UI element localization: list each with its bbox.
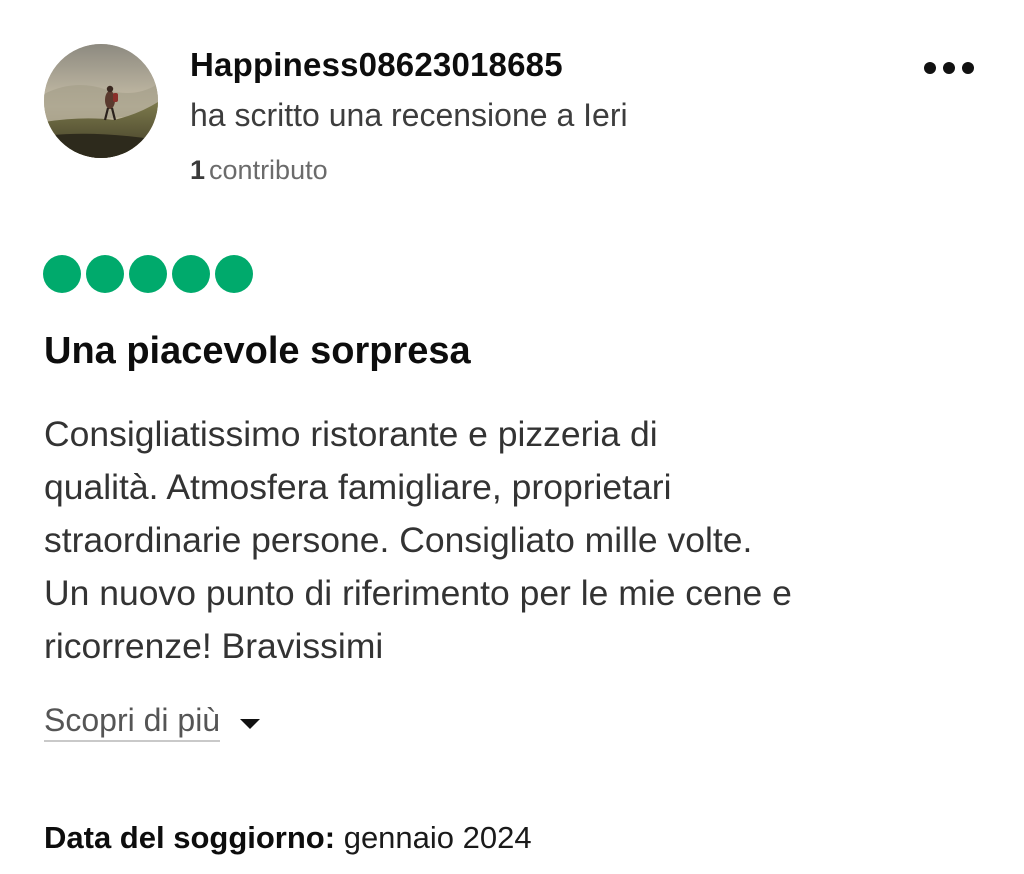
review-body-line: ricorrenze! Bravissimi bbox=[44, 626, 384, 666]
contributions-number: 1 bbox=[190, 155, 206, 185]
review-card: Happiness08623018685 ha scritto una rece… bbox=[0, 0, 1024, 874]
rating-bubbles bbox=[43, 255, 253, 293]
reviewer-name[interactable]: Happiness08623018685 bbox=[190, 46, 563, 84]
review-title: Una piacevole sorpresa bbox=[44, 330, 471, 372]
stay-date-value: gennaio 2024 bbox=[343, 820, 532, 855]
review-body: Consigliatissimo ristorante e pizzeria d… bbox=[44, 408, 994, 673]
review-body-line: Un nuovo punto di riferimento per le mie… bbox=[44, 573, 792, 613]
read-more-label[interactable]: Scopri di più bbox=[44, 702, 221, 742]
stay-date-label: Data del soggiorno: bbox=[44, 820, 336, 855]
stay-date: Data del soggiorno: gennaio 2024 bbox=[44, 820, 532, 856]
rating-bubble-icon bbox=[86, 255, 124, 293]
review-activity-text: ha scritto una recensione a Ieri bbox=[190, 97, 628, 133]
contributions-count: 1 contributo bbox=[190, 155, 328, 186]
rating-bubble-icon bbox=[172, 255, 210, 293]
rating-bubble-icon bbox=[215, 255, 253, 293]
rating-bubble-icon bbox=[129, 255, 167, 293]
review-body-line: Consigliatissimo ristorante e pizzeria d… bbox=[44, 414, 658, 454]
read-more-link[interactable]: Scopri di più bbox=[44, 702, 261, 742]
chevron-down-icon[interactable] bbox=[240, 719, 261, 729]
contributions-label: contributo bbox=[209, 155, 328, 185]
avatar[interactable] bbox=[44, 44, 158, 158]
ellipsis-icon bbox=[924, 62, 936, 74]
more-options-button[interactable] bbox=[916, 50, 982, 86]
hiker-landscape-photo-icon bbox=[44, 44, 158, 158]
review-body-line: qualità. Atmosfera famigliare, proprieta… bbox=[44, 467, 672, 507]
review-body-line: straordinarie persone. Consigliato mille… bbox=[44, 520, 753, 560]
rating-bubble-icon bbox=[43, 255, 81, 293]
